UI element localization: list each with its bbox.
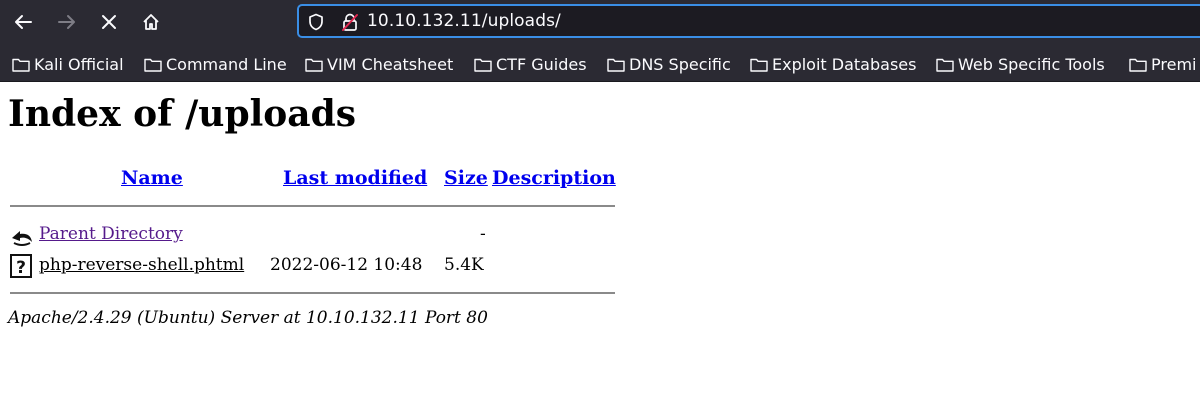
- sort-by-name-link[interactable]: Name: [121, 167, 183, 189]
- bookmark-label: Command Line: [166, 54, 287, 74]
- home-button[interactable]: [136, 7, 166, 37]
- bookmark-label: CTF Guides: [496, 54, 587, 74]
- url-text[interactable]: 10.10.132.11/uploads/: [367, 11, 561, 31]
- bookmark-exploit-databases[interactable]: Exploit Databases: [750, 53, 916, 75]
- folder-icon: [474, 58, 492, 72]
- folder-icon: [936, 58, 954, 72]
- folder-icon: [305, 58, 323, 72]
- unknown-file-icon: ?: [10, 254, 32, 278]
- header-divider: [10, 205, 615, 207]
- bookmark-command-line[interactable]: Command Line: [144, 53, 287, 75]
- file-last-modified: 2022-06-12 10:48: [270, 255, 423, 275]
- bookmark-label: Premi: [1151, 54, 1197, 74]
- file-size: 5.4K: [444, 255, 484, 275]
- sort-by-size-link[interactable]: Size: [444, 167, 488, 189]
- bookmark-premi[interactable]: Premi: [1129, 53, 1196, 75]
- folder-icon: [750, 58, 768, 72]
- svg-text:?: ?: [16, 258, 26, 278]
- bookmark-vim-cheatsheet[interactable]: VIM Cheatsheet: [305, 53, 453, 75]
- bookmarks-toolbar: Kali Official Command Line VIM Cheatshee…: [0, 44, 1200, 82]
- bookmark-web-specific-tools[interactable]: Web Specific Tools: [936, 53, 1105, 75]
- bookmark-label: DNS Specific: [629, 54, 731, 74]
- browser-toolbar: 10.10.132.11/uploads/: [0, 0, 1200, 44]
- close-icon: [102, 15, 116, 29]
- bookmark-label: Exploit Databases: [772, 54, 917, 74]
- back-icon: [12, 231, 32, 246]
- folder-icon: [12, 58, 30, 72]
- folder-icon: [1129, 58, 1147, 72]
- insecure-lock-icon[interactable]: [340, 12, 360, 32]
- bookmark-label: Web Specific Tools: [958, 54, 1105, 74]
- file-link[interactable]: php-reverse-shell.phtml: [39, 255, 244, 275]
- folder-icon: [607, 58, 625, 72]
- server-signature: Apache/2.4.29 (Ubuntu) Server at 10.10.1…: [8, 308, 488, 328]
- bookmark-label: Kali Official: [34, 54, 124, 74]
- bookmark-kali-official[interactable]: Kali Official: [12, 53, 124, 75]
- shield-icon[interactable]: [308, 13, 324, 31]
- parent-size: -: [480, 224, 486, 244]
- forward-button[interactable]: [52, 7, 82, 37]
- folder-icon: [144, 58, 162, 72]
- footer-divider: [10, 292, 615, 294]
- sort-by-description-link[interactable]: Description: [492, 167, 616, 189]
- page-title: Index of /uploads: [8, 93, 357, 135]
- home-icon: [143, 14, 159, 30]
- bookmark-ctf-guides[interactable]: CTF Guides: [474, 53, 587, 75]
- back-button[interactable]: [8, 7, 38, 37]
- address-bar[interactable]: 10.10.132.11/uploads/: [297, 4, 1200, 38]
- sort-by-last-modified-link[interactable]: Last modified: [283, 167, 427, 189]
- page-content: Index of /uploads Name Last modified Siz…: [0, 83, 1200, 404]
- arrow-right-icon: [58, 15, 75, 29]
- stop-button[interactable]: [94, 7, 124, 37]
- arrow-left-icon: [15, 15, 32, 29]
- bookmark-dns-specific[interactable]: DNS Specific: [607, 53, 731, 75]
- parent-directory-link[interactable]: Parent Directory: [39, 224, 183, 244]
- bookmark-label: VIM Cheatsheet: [327, 54, 454, 74]
